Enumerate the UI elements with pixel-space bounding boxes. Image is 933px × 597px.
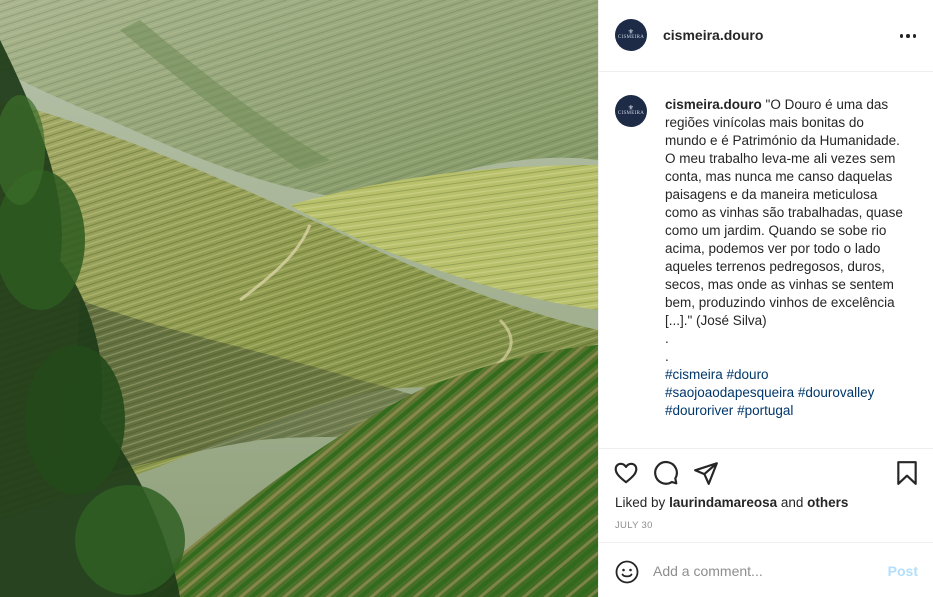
comment-bar: Post <box>599 542 933 597</box>
post-header: ⚜ CISMEIRA cismeira.douro <box>599 0 933 72</box>
liked-by-label: Liked by <box>615 495 666 510</box>
caption-username[interactable]: cismeira.douro <box>665 97 762 112</box>
hashtag-link[interactable]: #douroriver <box>665 403 733 418</box>
heart-icon[interactable] <box>613 460 641 488</box>
hashtag-link[interactable]: #cismeira <box>665 367 723 382</box>
avatar-logo: ⚜ CISMEIRA <box>617 104 645 117</box>
liked-by-and: and <box>780 495 804 510</box>
bookmark-icon[interactable] <box>894 460 922 488</box>
comment-icon[interactable] <box>653 460 681 488</box>
hashtag-link[interactable]: #douro <box>727 367 769 382</box>
hashtag-link[interactable]: #saojoaodapesqueira <box>665 385 794 400</box>
caption-dot: . <box>665 331 669 346</box>
hashtag-list: #cismeira #douro #saojoaodapesqueira #dou… <box>665 366 905 420</box>
vineyard-terraces-image <box>0 0 598 597</box>
caption-text: "O Douro é uma das regiões vinícolas mai… <box>665 97 903 328</box>
liked-by-user-link[interactable]: laurindamareosa <box>669 495 777 510</box>
caption-text-block: cismeira.douro "O Douro é uma das regiõe… <box>665 96 905 420</box>
post-actions: Liked by laurindamareosa and others JULY… <box>599 448 933 542</box>
post-side-panel: ⚜ CISMEIRA cismeira.douro ⚜ CISMEIRA cis… <box>598 0 933 597</box>
caption-dot: . <box>665 349 669 364</box>
likes-summary: Liked by laurindamareosa and others <box>615 495 848 510</box>
caption-area[interactable]: ⚜ CISMEIRA cismeira.douro "O Douro é uma… <box>599 72 933 447</box>
comment-input[interactable] <box>653 559 873 583</box>
hashtag-link[interactable]: #portugal <box>737 403 793 418</box>
liked-by-others-link[interactable]: others <box>807 495 848 510</box>
emoji-icon[interactable] <box>615 560 639 584</box>
avatar-logo: ⚜ CISMEIRA <box>617 28 645 41</box>
post-photo[interactable] <box>0 0 598 597</box>
caption-avatar[interactable]: ⚜ CISMEIRA <box>615 95 647 127</box>
hashtag-link[interactable]: #dourovalley <box>798 385 875 400</box>
post-comment-button[interactable]: Post <box>888 563 918 579</box>
more-options-icon[interactable] <box>896 24 920 48</box>
avatar[interactable]: ⚜ CISMEIRA <box>615 19 647 51</box>
post-username[interactable]: cismeira.douro <box>663 27 763 43</box>
post-date[interactable]: JULY 30 <box>615 520 653 531</box>
share-icon[interactable] <box>693 460 721 488</box>
